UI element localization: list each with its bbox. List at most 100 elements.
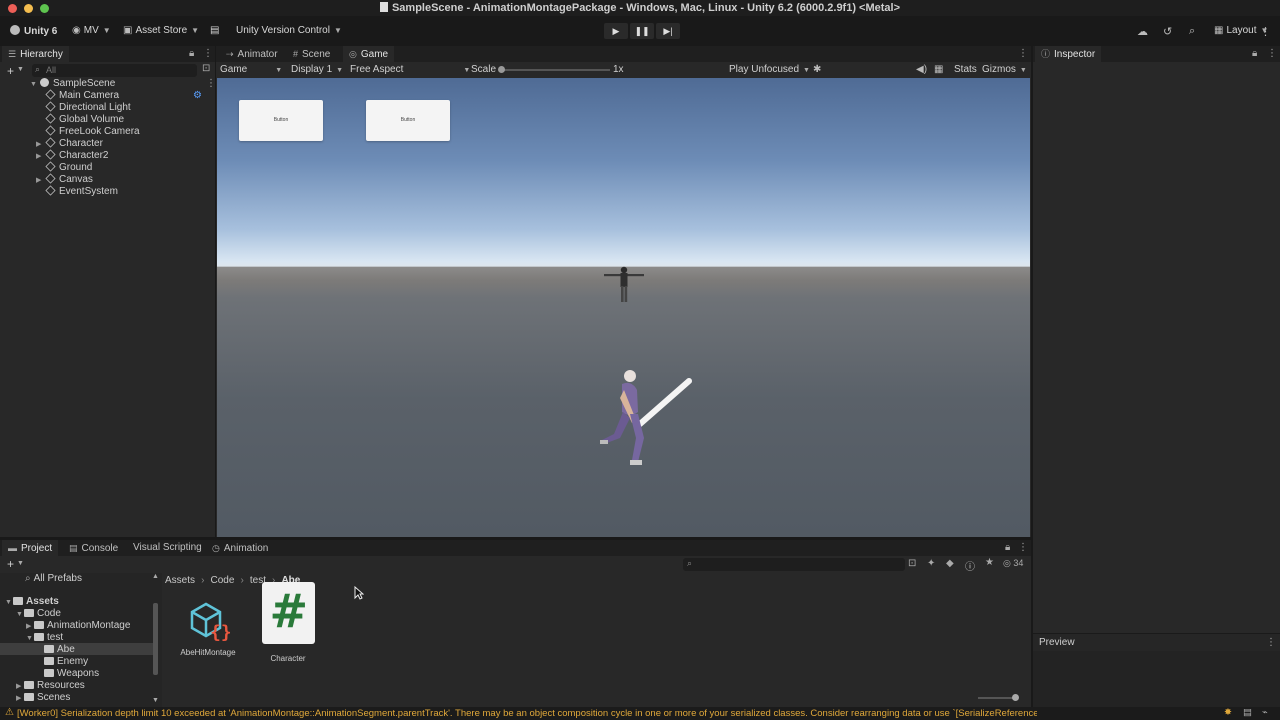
debug-mode-icon[interactable]: ⌁: [1262, 707, 1268, 718]
scene-menu-icon[interactable]: ⋮: [206, 78, 216, 89]
account-dropdown[interactable]: ◉ MV ▼: [72, 25, 111, 36]
search-by-scene-icon[interactable]: ⊡: [908, 558, 916, 569]
hierarchy-item-ground[interactable]: Ground: [45, 161, 92, 174]
tree-item-weapons[interactable]: Weapons: [44, 668, 99, 680]
icon-size-slider[interactable]: [978, 694, 1019, 701]
tab-hierarchy[interactable]: ☰ Hierarchy: [2, 46, 69, 62]
scroll-up-arrow-icon[interactable]: ▲: [152, 573, 159, 580]
search-icon: ⌕: [35, 64, 41, 74]
tree-scrollbar[interactable]: [153, 603, 158, 675]
breadcrumb-assets[interactable]: Assets: [165, 575, 195, 586]
more-menu-icon[interactable]: ⋮: [1260, 25, 1271, 38]
display-dropdown[interactable]: Display 1 ▼: [291, 64, 343, 75]
game-mode-dropdown[interactable]: Game ▼: [220, 64, 282, 75]
aspect-dropdown[interactable]: Free Aspect ▼: [350, 64, 470, 75]
chevron-down-icon[interactable]: ▼: [17, 560, 24, 567]
folder-icon: [34, 633, 44, 641]
hierarchy-item-character2[interactable]: ▶ Character2: [36, 149, 108, 162]
tree-item-animationmontage[interactable]: ▶ AnimationMontage: [26, 620, 130, 632]
scene-search-icon[interactable]: ⊡: [202, 63, 210, 74]
hierarchy-item-global-volume[interactable]: Global Volume: [45, 113, 124, 126]
tab-game[interactable]: ◎ Game: [343, 46, 395, 62]
tree-item-code[interactable]: ▼ Code: [16, 608, 61, 620]
status-message[interactable]: [Worker0] Serialization depth limit 10 e…: [17, 708, 1037, 719]
hierarchy-item-freelook-camera[interactable]: FreeLook Camera: [45, 125, 140, 138]
hierarchy-item-canvas[interactable]: ▶ Canvas: [36, 173, 93, 186]
tab-project[interactable]: ▬ Project: [2, 540, 59, 556]
game-ui-button-2[interactable]: Button: [366, 100, 450, 141]
gizmos-dropdown[interactable]: Gizmos ▼: [982, 64, 1027, 75]
version-control-dropdown[interactable]: Unity Version Control ▼: [236, 25, 342, 36]
tree-item-assets[interactable]: ▼ Assets: [5, 596, 59, 608]
icon-size-slider-thumb[interactable]: [1012, 694, 1019, 701]
panel-menu-icon[interactable]: ⋮: [1266, 637, 1276, 648]
play-button[interactable]: ▶: [604, 23, 628, 39]
tab-scene[interactable]: # Scene: [287, 46, 336, 62]
chevron-down-icon: ▼: [275, 67, 283, 74]
tree-item-resources[interactable]: ▶ Resources: [16, 680, 85, 692]
shortcuts-icon[interactable]: ▦: [934, 64, 943, 75]
all-prefabs-label: All Prefabs: [33, 573, 82, 584]
favorite-star-icon[interactable]: ★: [985, 557, 994, 568]
hierarchy-item-directional-light[interactable]: Directional Light: [45, 101, 131, 114]
scroll-down-arrow-icon[interactable]: ▼: [152, 697, 159, 704]
add-icon[interactable]: +: [7, 64, 14, 78]
panel-menu-icon[interactable]: ⋮: [203, 48, 213, 59]
lock-icon[interactable]: 🔒︎: [189, 48, 194, 59]
tab-inspector[interactable]: ⓘ Inspector: [1035, 46, 1102, 62]
cloud-icon[interactable]: ☁: [1137, 25, 1148, 38]
bug-icon[interactable]: ✱: [813, 64, 821, 75]
game-mode-label: Game: [220, 64, 248, 75]
scale-slider-thumb[interactable]: [498, 66, 505, 73]
camera-visibility-icon[interactable]: ⚙: [193, 90, 203, 101]
history-icon[interactable]: ↺: [1163, 25, 1172, 38]
package-manager-icon[interactable]: ▤: [210, 25, 219, 36]
expand-arrow-icon: ▼: [30, 81, 37, 88]
step-button[interactable]: ▶|: [656, 23, 680, 39]
search-by-label-icon[interactable]: ◆: [946, 558, 954, 569]
add-icon[interactable]: +: [7, 557, 14, 571]
scale-slider[interactable]: [498, 66, 610, 73]
warning-filter-icon[interactable]: ⓘ: [965, 558, 975, 573]
stats-toggle[interactable]: Stats: [954, 64, 977, 75]
asset-character-script[interactable]: # Character: [248, 582, 328, 663]
panel-menu-icon[interactable]: ⋮: [1018, 542, 1028, 553]
player-character-figure: [600, 370, 692, 465]
hierarchy-search-input[interactable]: ⌕ All: [32, 64, 197, 77]
hierarchy-item-character[interactable]: ▶ Character: [36, 137, 103, 150]
game-viewport[interactable]: Button Button: [217, 78, 1030, 537]
game-controls-bar: Game ▼ Display 1 ▼ Free Aspect ▼ Scale 1x P…: [216, 62, 1031, 78]
tree-item-scenes[interactable]: ▶ Scenes: [16, 692, 70, 704]
progress-icon[interactable]: ▤: [1243, 707, 1252, 718]
inspector-panel: ⓘ Inspector 🔒︎ ⋮: [1033, 46, 1280, 633]
hidden-packages-counter[interactable]: ◎ 34: [1003, 558, 1023, 569]
asset-abehitmontage[interactable]: {} AbeHitMontage: [168, 598, 248, 657]
search-by-type-icon[interactable]: ✦: [927, 558, 935, 569]
hierarchy-scene-row[interactable]: ▼ SampleScene ⋮: [30, 78, 216, 90]
chevron-down-icon[interactable]: ▼: [17, 66, 24, 73]
all-prefabs-item[interactable]: ⌕ All Prefabs: [25, 573, 82, 585]
hierarchy-item-eventsystem[interactable]: EventSystem: [45, 185, 118, 198]
tree-item-enemy[interactable]: Enemy: [44, 656, 88, 668]
lock-icon[interactable]: 🔒︎: [1252, 48, 1257, 59]
tab-console[interactable]: ▤ Console: [63, 540, 124, 556]
tab-animator[interactable]: ⇢ Animator: [220, 46, 284, 62]
audio-mute-icon[interactable]: ◀): [916, 64, 927, 75]
breadcrumb-code[interactable]: Code: [210, 575, 234, 586]
chevron-down-icon: ▼: [191, 26, 200, 35]
warning-indicator-icon[interactable]: ✸: [1224, 707, 1232, 718]
panel-menu-icon[interactable]: ⋮: [1267, 48, 1277, 59]
lock-icon[interactable]: 🔒︎: [1005, 542, 1010, 553]
asset-store-dropdown[interactable]: ▣ Asset Store ▼: [123, 25, 199, 36]
hierarchy-item-main-camera[interactable]: Main Camera: [45, 89, 119, 102]
tab-visual-scripting[interactable]: Visual Scripting: [127, 540, 208, 556]
search-icon[interactable]: ⌕: [1189, 25, 1195, 38]
unity-menu-button[interactable]: Unity 6: [10, 25, 57, 37]
panel-menu-icon[interactable]: ⋮: [1018, 48, 1028, 59]
play-mode-dropdown[interactable]: Play Unfocused ▼: [729, 64, 810, 75]
project-search-input[interactable]: ⌕: [683, 558, 905, 571]
tab-animation[interactable]: ◷ Animation: [206, 540, 274, 556]
tree-item-abe[interactable]: Abe: [44, 644, 75, 656]
pause-button[interactable]: ❚❚: [630, 23, 654, 39]
game-ui-button-1[interactable]: Button: [239, 100, 323, 141]
